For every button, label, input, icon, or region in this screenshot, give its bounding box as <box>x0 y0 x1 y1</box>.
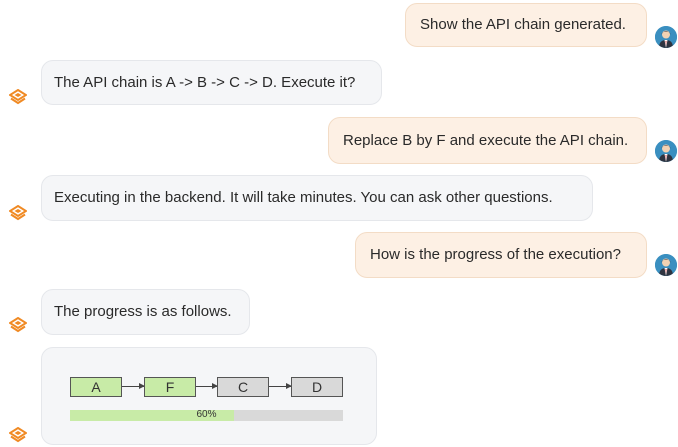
api-node-label: A <box>91 379 101 395</box>
arrow-icon <box>122 383 145 389</box>
message-text: The API chain is A -> B -> C -> D. Execu… <box>54 73 356 91</box>
message-text: Executing in the backend. It will take m… <box>54 189 553 206</box>
assistant-logo-icon <box>9 205 27 221</box>
api-node-a: A <box>70 377 122 397</box>
message-text: Replace B by F and execute the API chain… <box>343 131 629 149</box>
api-node-label: C <box>237 379 249 395</box>
user-avatar-icon <box>655 26 677 48</box>
message-text: How is the progress of the execution? <box>370 246 621 263</box>
api-node-d: D <box>291 377 343 397</box>
api-node-c: C <box>217 377 269 397</box>
assistant-logo-icon <box>9 317 27 333</box>
assistant-message: The API chain is A -> B -> C -> D. Execu… <box>41 60 382 105</box>
arrow-icon <box>196 383 218 389</box>
progress-percent-label: 60% <box>196 409 217 420</box>
user-avatar-icon <box>655 140 677 162</box>
message-text: Show the API chain generated. <box>420 16 626 33</box>
user-avatar-icon <box>655 254 677 276</box>
user-message: Replace B by F and execute the API chain… <box>328 117 647 164</box>
api-node-label: D <box>311 379 323 395</box>
assistant-message: Executing in the backend. It will take m… <box>41 175 593 221</box>
assistant-logo-icon <box>9 89 27 105</box>
api-node-f: F <box>144 377 196 397</box>
assistant-logo-icon <box>9 427 27 443</box>
api-node-label: F <box>165 379 175 395</box>
user-message: How is the progress of the execution? <box>355 232 647 278</box>
progress-bar: 60% <box>70 409 343 421</box>
assistant-message: The progress is as follows. <box>41 289 250 335</box>
user-message: Show the API chain generated. <box>405 3 647 47</box>
message-text: The progress is as follows. <box>54 303 232 320</box>
arrow-icon <box>269 383 292 389</box>
